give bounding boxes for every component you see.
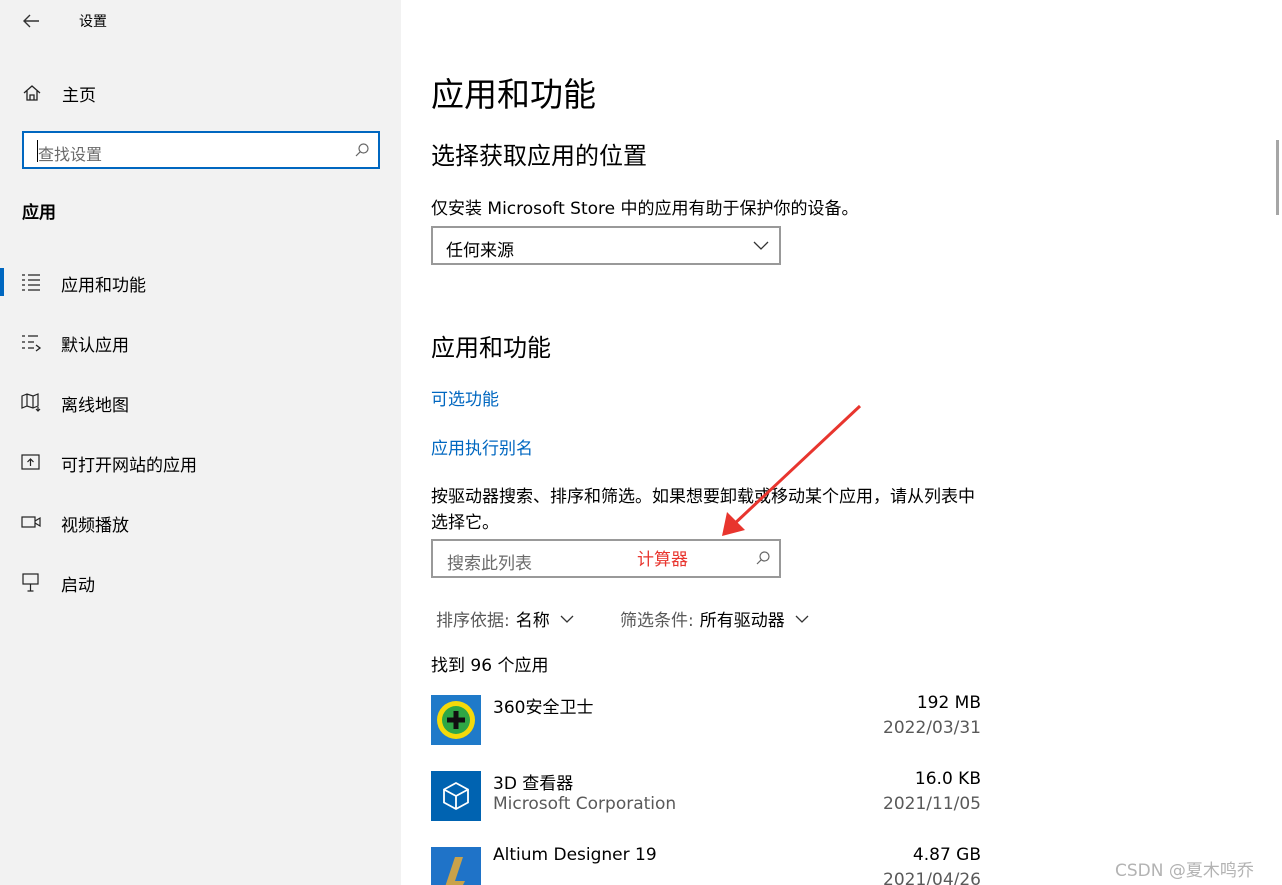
default-apps-icon — [22, 335, 42, 352]
app-size: 16.0 KB — [914, 769, 981, 789]
app-list-item[interactable]: 360安全卫士 192 MB 2022/03/31 — [431, 693, 981, 755]
app-name: Altium Designer 19 — [493, 845, 657, 865]
settings-search-input[interactable]: 查找设置 — [22, 131, 380, 169]
sidebar-item-label: 启动 — [61, 576, 95, 596]
sidebar-item-offline-maps[interactable]: 离线地图 — [0, 372, 401, 432]
sidebar-item-startup[interactable]: 启动 — [0, 552, 401, 612]
apps-instructions-line2: 选择它。 — [431, 513, 499, 533]
app-name: 360安全卫士 — [493, 698, 594, 718]
annotation-text: 计算器 — [637, 550, 688, 570]
chevron-down-icon — [560, 615, 574, 623]
app-date: 2021/11/05 — [883, 794, 981, 814]
sidebar-item-apps-features[interactable]: 应用和功能 — [0, 252, 401, 312]
app-list-search-placeholder: 搜索此列表 — [447, 554, 532, 574]
selection-indicator — [0, 268, 4, 296]
settings-search-placeholder: 查找设置 — [38, 145, 103, 164]
page-title: 应用和功能 — [431, 75, 596, 114]
app-size: 192 MB — [916, 693, 981, 713]
app-list-item[interactable]: Altium Designer 19 4.87 GB 2021/04/26 — [431, 845, 981, 885]
apps-for-websites-icon — [21, 454, 40, 470]
install-source-value: 任何来源 — [446, 241, 514, 261]
video-playback-icon — [21, 516, 41, 528]
sidebar-item-apps-for-websites[interactable]: 可打开网站的应用 — [0, 432, 401, 492]
app-publisher: Microsoft Corporation — [493, 794, 677, 814]
sidebar-item-label: 应用和功能 — [61, 276, 146, 296]
app-date: 2022/03/31 — [883, 718, 981, 738]
app-name: 3D 查看器 — [493, 774, 574, 794]
sidebar-item-default-apps[interactable]: 默认应用 — [0, 312, 401, 372]
search-icon — [756, 551, 770, 565]
install-section-title: 选择获取应用的位置 — [431, 142, 647, 170]
apps-features-icon — [22, 274, 40, 291]
apps-section-title: 应用和功能 — [431, 334, 551, 362]
filter-value: 所有驱动器 — [699, 611, 785, 631]
optional-features-link[interactable]: 可选功能 — [431, 385, 499, 410]
sidebar-item-video-playback[interactable]: 视频播放 — [0, 492, 401, 552]
watermark: CSDN @夏木鸣乔 — [1115, 861, 1254, 881]
3d-viewer-icon — [431, 771, 481, 821]
app-size: 4.87 GB — [912, 845, 981, 865]
chevron-down-icon — [795, 615, 809, 623]
install-section-description: 仅安装 Microsoft Store 中的应用有助于保护你的设备。 — [431, 199, 859, 219]
home-icon — [23, 85, 41, 101]
filter-dropdown[interactable]: 筛选条件: 所有驱动器 — [620, 606, 809, 631]
altium-designer-icon — [431, 847, 481, 885]
sidebar-item-label: 默认应用 — [61, 336, 129, 356]
chevron-down-icon — [753, 241, 769, 250]
sidebar-nav-list: 应用和功能 默认应用 离线地图 可打开网站的应用 视频播放 启动 — [0, 252, 401, 612]
sort-label: 排序依据: — [436, 611, 510, 631]
startup-icon — [22, 573, 39, 592]
install-source-dropdown[interactable]: 任何来源 — [431, 226, 781, 265]
annotation-arrow — [722, 404, 862, 536]
back-arrow-icon — [23, 14, 39, 28]
app-list-search-input[interactable]: 搜索此列表 — [431, 539, 781, 578]
app-date: 2021/04/26 — [883, 870, 981, 885]
window-title: 设置 — [79, 14, 107, 30]
app-list-item[interactable]: 3D 查看器 Microsoft Corporation 16.0 KB 202… — [431, 769, 981, 831]
app-execution-alias-link[interactable]: 应用执行别名 — [431, 434, 533, 459]
nav-home-label: 主页 — [62, 85, 96, 106]
sidebar-item-label: 离线地图 — [61, 396, 129, 416]
nav-home[interactable]: 主页 — [0, 70, 401, 116]
search-icon — [355, 143, 369, 157]
sidebar-item-label: 视频播放 — [61, 516, 129, 536]
filter-label: 筛选条件: — [620, 611, 694, 631]
sidebar-section-title: 应用 — [22, 203, 56, 223]
scrollbar-thumb[interactable] — [1276, 140, 1279, 215]
back-button[interactable] — [14, 6, 48, 36]
sidebar: 设置 主页 查找设置 应用 应用和功能 默认应用 离线地图 可打开网站的应用 视… — [0, 0, 401, 885]
offline-maps-icon — [21, 393, 41, 412]
sidebar-item-label: 可打开网站的应用 — [61, 456, 197, 476]
sort-value: 名称 — [515, 611, 550, 631]
360-safe-icon — [431, 695, 481, 745]
sort-dropdown[interactable]: 排序依据: 名称 — [436, 606, 574, 631]
apps-found-count: 找到 96 个应用 — [431, 656, 549, 676]
